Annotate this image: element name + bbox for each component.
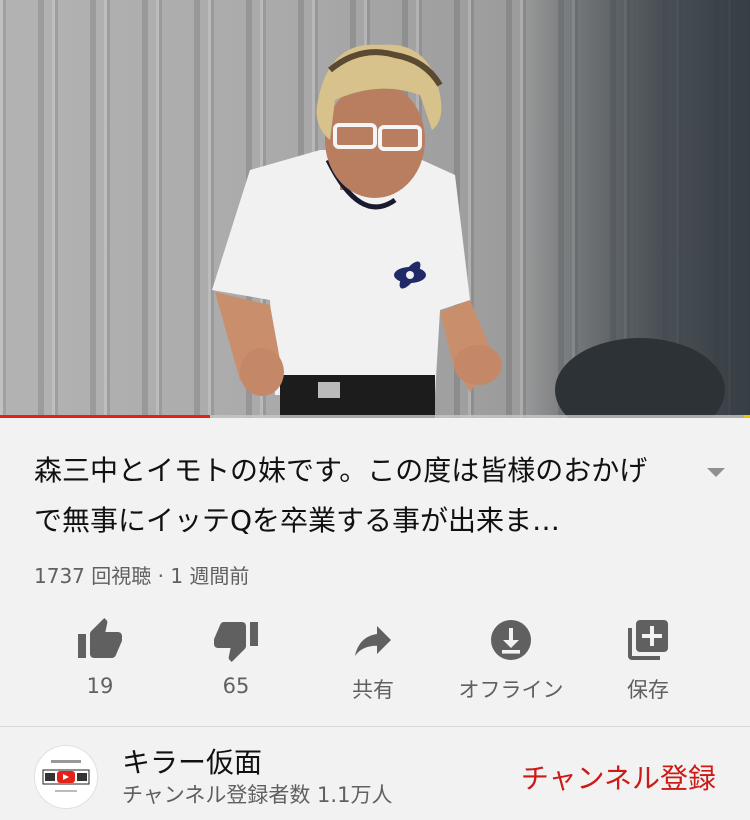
thumb-up-icon	[78, 618, 122, 658]
playlist-add-icon	[628, 620, 668, 660]
like-count: 19	[86, 674, 114, 698]
dislike-count: 65	[222, 674, 250, 698]
video-progress-bar[interactable]	[0, 415, 750, 418]
download-icon	[491, 620, 531, 660]
save-label: 保存	[627, 678, 669, 702]
video-meta: 1737 回視聴 · 1 週間前	[34, 564, 250, 588]
channel-row: キラー仮面 チャンネル登録者数 1.1万人 チャンネル登録	[0, 727, 750, 820]
channel-logo-icon	[35, 746, 97, 808]
video-progress-marker	[744, 415, 750, 418]
dislike-button[interactable]: 65	[166, 610, 306, 700]
download-button[interactable]: オフライン	[441, 610, 581, 702]
save-button[interactable]: 保存	[578, 610, 718, 702]
chevron-down-icon[interactable]	[704, 464, 728, 480]
share-icon	[355, 626, 391, 656]
video-title[interactable]: 森三中とイモトの妹です。この度は皆様のおかげで無事にイッテQを卒業する事が出来ま…	[34, 446, 664, 546]
video-subject	[212, 44, 725, 418]
channel-avatar[interactable]	[34, 745, 98, 809]
share-label: 共有	[352, 678, 394, 702]
video-player[interactable]	[0, 0, 750, 418]
subscribe-button[interactable]: チャンネル登録	[521, 757, 716, 797]
channel-name[interactable]: キラー仮面	[122, 741, 262, 781]
download-label: オフライン	[458, 678, 564, 702]
video-action-bar: 19 65 共有 オフライン 保存	[0, 610, 750, 702]
like-button[interactable]: 19	[30, 610, 170, 700]
subscriber-count: チャンネル登録者数 1.1万人	[122, 783, 393, 807]
video-progress-played	[0, 415, 210, 418]
thumb-down-icon	[214, 622, 258, 662]
share-button[interactable]: 共有	[303, 610, 443, 702]
